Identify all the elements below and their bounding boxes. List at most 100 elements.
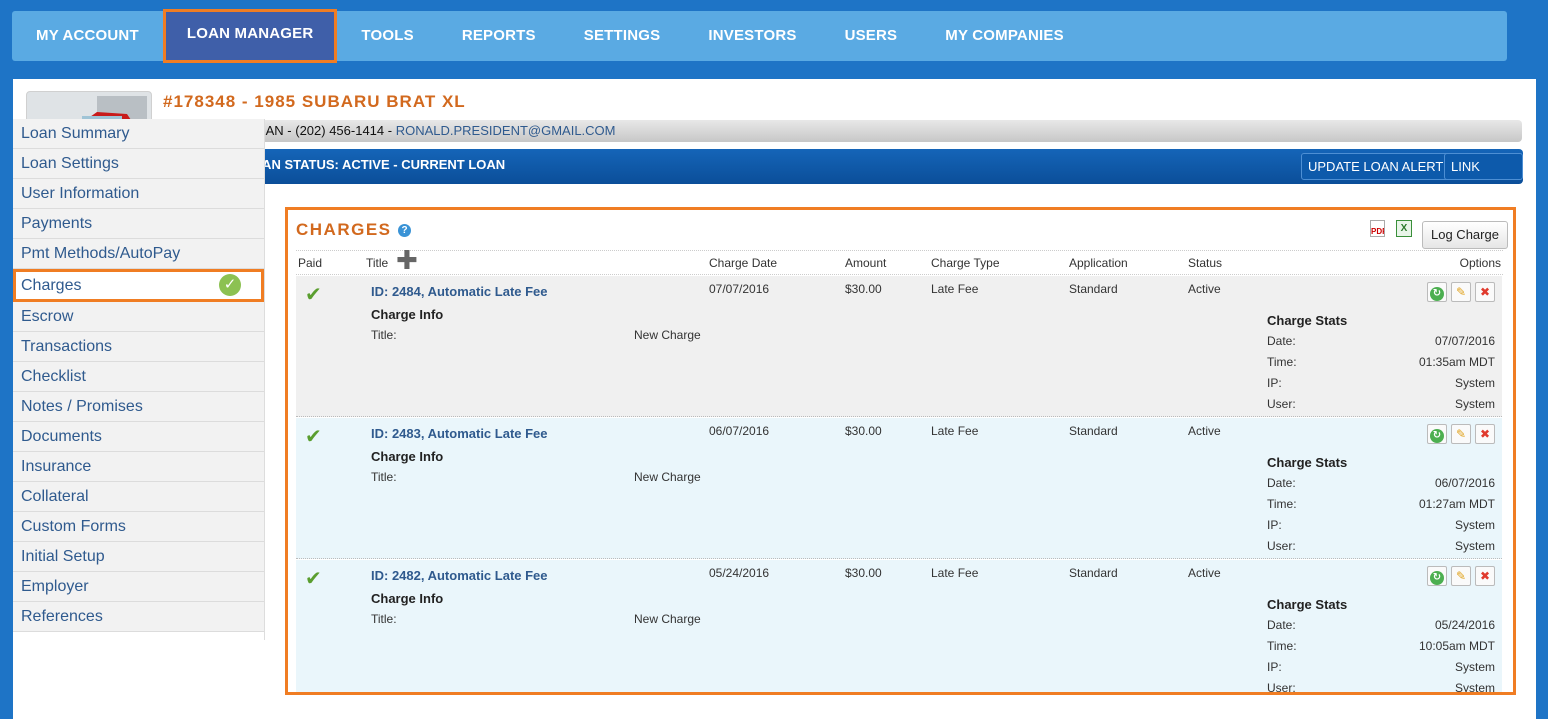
table-row: ✔ ID: 2483, Automatic Late Fee 06/07/201… [296,418,1502,559]
charge-type: Late Fee [931,566,979,580]
charge-application: Standard [1069,566,1118,580]
charge-amount: $30.00 [845,566,882,580]
delete-icon[interactable]: ✖ [1475,282,1495,302]
charge-date: 07/07/2016 [709,282,770,296]
charge-stats-heading: Charge Stats [1267,597,1348,612]
sidebar-item-loan-summary[interactable]: Loan Summary [13,119,264,149]
sidebar-item-custom-forms[interactable]: Custom Forms [13,512,264,542]
paid-check-icon: ✔ [305,426,322,448]
expand-all-icon[interactable]: ✚ [396,247,418,273]
stat-value: 01:35am MDT [1418,355,1495,369]
link-loan-button[interactable]: LINK LOAN [1444,153,1523,199]
charge-stats-heading: Charge Stats [1267,313,1348,328]
stat-label: Time: [1267,497,1297,511]
sidebar-item-payments[interactable]: Payments [13,209,264,239]
refresh-icon[interactable]: ↻ [1427,282,1447,302]
sidebar-item-insurance[interactable]: Insurance [13,452,264,482]
sidebar-item-pmt-methods[interactable]: Pmt Methods/AutoPay [13,239,264,269]
stat-label: Date: [1267,334,1296,348]
nav-my-account[interactable]: MY ACCOUNT [12,11,163,61]
stat-value: System [1454,681,1495,695]
col-title: Title [366,256,389,270]
stat-label: Time: [1267,355,1297,369]
charge-info-label: Title: [371,612,397,626]
refresh-icon[interactable]: ↻ [1427,566,1447,586]
sidebar-item-label: Charges [21,277,82,294]
stat-label: IP: [1267,376,1282,390]
charge-title-link[interactable]: ID: 2482, Automatic Late Fee [371,568,548,583]
col-charge-type: Charge Type [931,256,1000,270]
pdf-export-icon[interactable]: PDF [1370,220,1385,237]
loan-status-bar: LOAN STATUS: ACTIVE - CURRENT LOAN UPDAT… [163,149,1523,199]
refresh-icon[interactable]: ↻ [1427,424,1447,444]
charge-date: 05/24/2016 [709,566,770,580]
col-application: Application [1069,256,1128,270]
delete-icon[interactable]: ✖ [1475,566,1495,586]
stat-value: System [1454,660,1495,674]
update-loan-alert-button[interactable]: UPDATE LOAN ALERT [1301,153,1451,180]
excel-export-icon[interactable]: X [1396,220,1412,237]
stat-value: System [1454,376,1495,390]
sidebar-item-checklist[interactable]: Checklist [13,362,264,392]
charge-info-value: New Charge [634,470,701,484]
sidebar-item-loan-settings[interactable]: Loan Settings [13,149,264,179]
sidebar-item-documents[interactable]: Documents [13,422,264,452]
nav-investors[interactable]: INVESTORS [684,11,820,61]
stat-label: User: [1267,539,1296,553]
delete-icon[interactable]: ✖ [1475,424,1495,444]
sidebar-item-initial-setup[interactable]: Initial Setup [13,542,264,572]
top-nav: MY ACCOUNT LOAN MANAGER TOOLS REPORTS SE… [12,9,1507,63]
loan-title: #178348 - 1985 SUBARU BRAT XL [163,92,466,111]
stat-label: Date: [1267,476,1296,490]
sidebar-item-employer[interactable]: Employer [13,572,264,602]
borrower-bar: RONALD REAGAN - (202) 456-1414 - RONALD.… [163,120,1522,142]
stat-value: 01:27am MDT [1418,497,1495,511]
charge-info-heading: Charge Info [371,307,444,322]
charge-info-label: Title: [371,328,397,342]
charge-info-label: Title: [371,470,397,484]
charge-status: Active [1188,282,1221,296]
sidebar-item-collateral[interactable]: Collateral [13,482,264,512]
charge-title-link[interactable]: ID: 2484, Automatic Late Fee [371,284,548,299]
sidebar-item-transactions[interactable]: Transactions [13,332,264,362]
nav-users[interactable]: USERS [821,11,922,61]
charge-application: Standard [1069,282,1118,296]
help-icon[interactable]: ? [398,224,411,237]
stat-label: IP: [1267,518,1282,532]
charge-status: Active [1188,566,1221,580]
nav-reports[interactable]: REPORTS [438,11,560,61]
nav-loan-manager[interactable]: LOAN MANAGER [162,9,338,63]
sidebar-item-escrow[interactable]: Escrow [13,302,264,332]
stat-value: 06/07/2016 [1434,476,1495,490]
paid-check-icon: ✔ [305,284,322,306]
sidebar-item-notes[interactable]: Notes / Promises [13,392,264,422]
nav-my-companies[interactable]: MY COMPANIES [921,11,1088,61]
sidebar-item-charges[interactable]: Charges ✓ [13,269,264,302]
log-charge-button[interactable]: Log Charge [1422,221,1508,249]
edit-icon[interactable]: ✎ [1451,424,1471,444]
charge-date: 06/07/2016 [709,424,770,438]
sidebar-item-user-information[interactable]: User Information [13,179,264,209]
nav-tools[interactable]: TOOLS [337,11,437,61]
paid-check-icon: ✔ [305,568,322,590]
charge-info-value: New Charge [634,612,701,626]
check-circle-icon: ✓ [219,274,241,296]
edit-icon[interactable]: ✎ [1451,282,1471,302]
charge-type: Late Fee [931,424,979,438]
col-amount: Amount [845,256,887,270]
stat-value: 10:05am MDT [1418,639,1495,653]
stat-label: User: [1267,681,1296,695]
col-status: Status [1188,256,1223,270]
charge-amount: $30.00 [845,282,882,296]
loan-sidebar: Loan Summary Loan Settings User Informat… [13,119,265,640]
sidebar-item-references[interactable]: References [13,602,264,632]
edit-icon[interactable]: ✎ [1451,566,1471,586]
stat-label: IP: [1267,660,1282,674]
header-divider [296,250,1503,251]
charge-type: Late Fee [931,282,979,296]
charge-info-value: New Charge [634,328,701,342]
nav-settings[interactable]: SETTINGS [560,11,685,61]
borrower-email-link[interactable]: RONALD.PRESIDENT@GMAIL.COM [396,123,616,138]
stat-value: 07/07/2016 [1434,334,1495,348]
charge-title-link[interactable]: ID: 2483, Automatic Late Fee [371,426,548,441]
